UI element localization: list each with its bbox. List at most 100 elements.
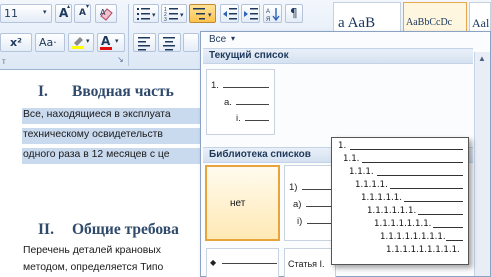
list-level-label: 1. (211, 80, 219, 91)
highlight-color-button[interactable]: ▾ (68, 33, 94, 52)
preview-line (350, 149, 463, 150)
increase-indent-button[interactable] (241, 4, 260, 23)
paragraph-line: Все, находящиеся в эксплуата (23, 109, 171, 120)
superscript-label: x² (10, 36, 22, 49)
paragraph-line: методом, определяется Типо (23, 262, 164, 273)
paragraph-line: Перечень деталей крановых (23, 245, 161, 256)
numbered-list-icon: 1 2 3 ▾ (164, 7, 184, 22)
heading-1-text: Вводная часть (72, 83, 174, 100)
superscript-button[interactable]: x² (0, 33, 32, 52)
list-none-label: нет (230, 198, 246, 209)
paragraph-line: техническому освидетельств (23, 129, 163, 140)
show-marks-button[interactable]: ¶ (285, 4, 303, 23)
svg-text:3: 3 (164, 17, 167, 22)
style-no-spacing-label: AaBbCcDc (406, 17, 453, 28)
shrink-font-label: A (79, 8, 86, 18)
svg-text:▾: ▾ (208, 12, 212, 19)
heading-2-number: II. (38, 221, 54, 238)
sort-az-icon: AЯ (266, 8, 280, 22)
preview-line (418, 214, 463, 215)
grow-font-button[interactable]: A ▴ (55, 3, 72, 23)
preview-line (433, 227, 463, 228)
font-color-label: A (101, 34, 111, 48)
change-case-button[interactable]: Aa· (35, 33, 65, 52)
list-level-label: a. (224, 97, 232, 108)
current-list-tile[interactable]: 1. a. i. (206, 69, 275, 135)
chevron-down-icon: ▾ (43, 8, 47, 16)
dialog-launcher-icon[interactable]: ↘ (117, 55, 124, 64)
arrow-up-icon: ▴ (67, 3, 71, 10)
font-group-label: т (2, 57, 6, 66)
divider (128, 4, 129, 66)
align-center-icon (163, 37, 175, 51)
diamond-bullet-icon: ◆ (210, 258, 217, 267)
font-size-combobox[interactable]: 11 ▾ (0, 4, 52, 23)
scroll-up-icon: ▲ (478, 54, 486, 63)
list-style-articles-tile[interactable]: Статья I. (284, 248, 336, 277)
indent-icon (244, 8, 258, 20)
preview-level: 1. (338, 141, 347, 151)
svg-text:A: A (100, 8, 106, 17)
list-style-bullets-tile[interactable]: ◆ (206, 248, 279, 277)
gallery-filter[interactable]: Все ▾ (203, 34, 473, 48)
align-left-icon (138, 37, 150, 51)
list-none-tile[interactable]: нет (205, 165, 280, 241)
preview-level: 1.1.1.1.1.1.1. (374, 219, 432, 229)
scrollbar[interactable]: ▲ (474, 52, 490, 276)
align-center-button[interactable] (158, 33, 181, 52)
list-level-label: Статья I. (288, 259, 325, 269)
preview-line (377, 175, 463, 176)
heading-2-text: Общие требова (72, 221, 179, 238)
list-level-label: i. (236, 113, 241, 124)
chevron-down-icon: ▾ (86, 37, 90, 45)
svg-text:A: A (266, 9, 270, 15)
align-right-button[interactable] (183, 33, 199, 52)
preview-level: 1.1.1.1.1.1. (367, 206, 417, 216)
preview-level: 1.1.1.1.1. (361, 193, 402, 203)
preview-line (362, 162, 463, 163)
list-line (223, 87, 269, 88)
current-list-header: Текущий список (203, 48, 473, 64)
font-size-value: 11 (4, 7, 18, 20)
list-level-label: i) (297, 216, 303, 227)
font-color-button[interactable]: A ▾ (97, 33, 125, 52)
list-level-label: 1) (289, 182, 298, 193)
svg-text:Я: Я (266, 17, 270, 22)
font-color-swatch (100, 47, 112, 50)
arrow-down-icon: ▾ (86, 3, 90, 10)
list-level-label: a) (293, 199, 302, 210)
decrease-indent-button[interactable] (220, 4, 239, 23)
chevron-down-icon: ▾ (231, 34, 236, 43)
multilevel-list-button[interactable]: ▾ (189, 4, 216, 23)
heading-1-number: I. (38, 83, 48, 100)
paragraph-line: одного раза в 12 месяцев с це (23, 149, 170, 160)
multilevel-list-icon: ▾ (193, 8, 212, 20)
preview-level: 1.1.1.1. (355, 180, 388, 190)
list-style-parenthesis-tile[interactable]: 1) a) i) (284, 165, 336, 241)
pilcrow-icon: ¶ (290, 6, 298, 20)
style-normal-label: a AaB (338, 15, 376, 31)
preview-level: 1.1. (343, 154, 360, 164)
preview-level: 1.1.1.1.1.1.1.1.1. (386, 245, 460, 255)
sort-button[interactable]: AЯ (263, 4, 282, 23)
style-heading-label: Aal (472, 16, 490, 30)
outdent-icon (223, 8, 237, 20)
svg-text:▾: ▾ (152, 12, 156, 19)
numbering-button[interactable]: 1 2 3 ▾ (161, 4, 187, 23)
bullet-list-icon: ▾ (137, 8, 156, 20)
bullets-button[interactable]: ▾ (133, 4, 159, 23)
list-line (245, 120, 269, 121)
highlighter-icon (72, 37, 84, 49)
preview-line (390, 188, 463, 189)
chevron-down-icon: ▾ (115, 37, 119, 45)
clear-format-button[interactable]: A (95, 4, 117, 23)
list-line (236, 104, 269, 105)
shrink-font-button[interactable]: A ▾ (74, 3, 91, 23)
list-line (222, 263, 277, 264)
svg-text:▾: ▾ (180, 12, 184, 19)
gallery-filter-label: Все (209, 34, 227, 45)
eraser-icon: A (100, 8, 113, 21)
preview-line (404, 201, 463, 202)
align-left-button[interactable] (133, 33, 156, 52)
list-preview-popup: 1. 1.1. 1.1.1. 1.1.1.1. 1.1.1.1.1. 1.1.1… (331, 137, 469, 265)
